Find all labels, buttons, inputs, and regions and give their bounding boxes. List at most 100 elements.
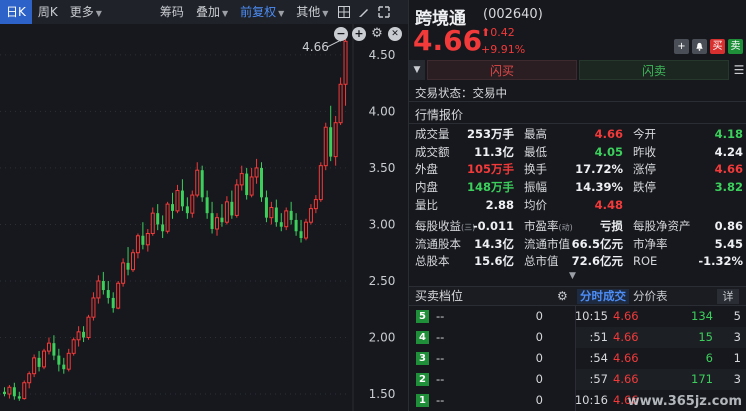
fundamentals-cell: 每股净资产 0.86 bbox=[627, 218, 746, 236]
fundamentals-label-text: 流通市值 bbox=[524, 236, 570, 251]
menu-icon[interactable]: ☰ bbox=[731, 60, 746, 80]
quote-label: 最低 bbox=[524, 144, 547, 159]
quote-cell: 最高 4.66 bbox=[518, 126, 627, 144]
bell-icon[interactable] bbox=[692, 39, 707, 54]
quote-label: 昨收 bbox=[633, 144, 656, 159]
gear-icon[interactable]: ⚙ bbox=[557, 287, 568, 306]
y-tick-label: 3.00 bbox=[369, 217, 396, 231]
candle-body bbox=[171, 204, 175, 211]
gear-icon[interactable]: ⚙ bbox=[370, 27, 384, 41]
candle-body bbox=[165, 203, 170, 232]
flash-buy-button[interactable]: 闪买 bbox=[427, 60, 577, 80]
candle-body bbox=[135, 235, 140, 254]
order-price: -- bbox=[436, 372, 445, 386]
quote-value: 3.82 bbox=[714, 180, 743, 195]
candle-body bbox=[126, 262, 130, 270]
add-watchlist-button[interactable]: + bbox=[674, 39, 689, 54]
tick-count: 1 bbox=[733, 351, 741, 365]
candle-body bbox=[37, 357, 41, 367]
collapse-icon[interactable]: ▼ bbox=[409, 60, 425, 80]
tick-row: :57 4.66 171 3 bbox=[576, 369, 746, 390]
order-book-row[interactable]: 4 -- 0 bbox=[409, 327, 571, 348]
y-tick-label: 2.00 bbox=[369, 331, 396, 345]
fundamentals-cell: ROE -1.32% bbox=[627, 253, 746, 271]
grid-icon[interactable] bbox=[334, 0, 354, 24]
overlay-dropdown[interactable]: 叠加 ▼ bbox=[190, 0, 234, 24]
fundamentals-row: 每股收益(三) -0.011 市盈率(动) 亏损 每股净资产 0.86 bbox=[409, 218, 746, 236]
order-price: -- bbox=[436, 309, 445, 323]
order-book-row[interactable]: 2 -- 0 bbox=[409, 369, 571, 390]
tab-price-table[interactable]: 分价表 bbox=[633, 287, 668, 306]
fundamentals-label-text: 总股本 bbox=[415, 254, 450, 269]
order-level-badge: 2 bbox=[416, 373, 429, 386]
quote-value: 4.66 bbox=[594, 127, 623, 141]
quote-value: 4.66 bbox=[714, 162, 743, 177]
candle-body bbox=[17, 396, 21, 399]
quote-cell: 最低 4.05 bbox=[518, 144, 627, 162]
fundamentals-cell: 总股本 15.6亿 bbox=[409, 253, 518, 271]
other-label: 其他 bbox=[296, 5, 321, 19]
more-dropdown[interactable]: 更多 ▼ bbox=[64, 0, 108, 24]
adjust-dropdown[interactable]: 前复权 ▼ bbox=[234, 0, 290, 24]
fundamentals-value: 14.3亿 bbox=[474, 236, 514, 251]
tab-tick-trades[interactable]: 分时成交 bbox=[577, 289, 629, 304]
candle-body bbox=[141, 235, 145, 245]
quote-row: 内盘 148万手 振幅 14.39% 跌停 3.82 bbox=[409, 179, 746, 197]
other-dropdown[interactable]: 其他 ▼ bbox=[290, 0, 334, 24]
price-change-value: 0.42 bbox=[490, 26, 515, 39]
candle-body bbox=[329, 127, 333, 157]
tab-weekly-k[interactable]: 周K bbox=[32, 0, 64, 24]
tick-count: 3 bbox=[733, 372, 741, 386]
fundamentals-label-sup: (动) bbox=[558, 223, 573, 232]
quote-row: 量比 2.88 均价 4.48 bbox=[409, 197, 746, 215]
flash-sell-button[interactable]: 闪卖 bbox=[579, 60, 729, 80]
candle-body bbox=[205, 197, 209, 214]
y-tick-label: 1.50 bbox=[369, 387, 396, 401]
candle-body bbox=[71, 339, 76, 354]
quote-value: 4.05 bbox=[594, 144, 623, 159]
candle-body bbox=[96, 280, 101, 299]
sell-button[interactable]: 卖 bbox=[728, 39, 743, 54]
tick-price: 4.66 bbox=[613, 372, 639, 386]
candle-body bbox=[249, 176, 254, 196]
chevron-down-icon[interactable]: ▼ bbox=[569, 271, 576, 281]
order-volume: 0 bbox=[535, 372, 543, 386]
buy-button[interactable]: 买 bbox=[710, 39, 725, 54]
candlestick-chart[interactable]: 4.50 4.00 3.50 3.00 2.50 2.00 1.50 4.66 bbox=[0, 24, 408, 411]
candle-body bbox=[190, 194, 195, 214]
detail-button[interactable]: 详 bbox=[717, 289, 739, 304]
close-icon[interactable]: ✕ bbox=[388, 27, 402, 41]
quote-value: 14.39% bbox=[575, 180, 623, 195]
chips-button[interactable]: 筹码 bbox=[154, 0, 190, 24]
candle-body bbox=[323, 126, 328, 167]
order-book-row[interactable]: 3 -- 0 bbox=[409, 348, 571, 369]
fundamentals-label-text: 每股净资产 bbox=[633, 219, 691, 233]
order-book-row[interactable]: 5 -- 0 bbox=[409, 306, 571, 327]
kline-panel: 日K 周K 更多 ▼ 筹码 叠加 ▼ 前复权 ▼ 其他 ▼ 4.50 4.00 3.50 3.… bbox=[0, 0, 408, 411]
candle-body bbox=[46, 342, 51, 352]
order-level-badge: 1 bbox=[416, 394, 429, 407]
price-change: ⬆0.42 bbox=[481, 26, 515, 39]
candle-body bbox=[338, 83, 343, 124]
order-book-row[interactable]: 1 -- 0 bbox=[409, 390, 571, 411]
stock-header: 跨境通 (002640) 4.66 ⬆0.42 +9.91% + 买 卖 bbox=[409, 0, 746, 58]
flash-trade-bar: ▼ 闪买 闪卖 ☰ bbox=[409, 60, 746, 80]
tab-daily-k[interactable]: 日K bbox=[0, 0, 32, 24]
tick-time: 10:16 bbox=[574, 393, 608, 407]
candle-body bbox=[313, 199, 318, 210]
fundamentals-row: 流通股本 14.3亿 流通市值 66.5亿元 市净率 5.45 bbox=[409, 236, 746, 254]
candle-body bbox=[175, 190, 180, 212]
candle-body bbox=[111, 297, 115, 309]
fundamentals-value: 0.86 bbox=[714, 219, 743, 233]
pen-icon[interactable] bbox=[354, 0, 374, 24]
quote-panel: 跨境通 (002640) 4.66 ⬆0.42 +9.91% + 买 卖 ▼ 闪… bbox=[408, 0, 746, 411]
zoom-in-icon[interactable]: + bbox=[352, 27, 366, 41]
candle-body bbox=[180, 190, 184, 207]
quote-grid: 成交量 253万手 最高 4.66 今开 4.18 成交额 11.3亿 最低 4.05 昨收 4.24… bbox=[409, 126, 746, 214]
candle-body bbox=[161, 224, 165, 232]
expand-icon[interactable] bbox=[374, 0, 394, 24]
quote-cell: 换手 17.72% bbox=[518, 161, 627, 179]
order-book-title: 买卖档位 bbox=[415, 289, 464, 303]
zoom-out-icon[interactable]: − bbox=[334, 27, 348, 41]
quote-cell: 外盘 105万手 bbox=[409, 161, 518, 179]
